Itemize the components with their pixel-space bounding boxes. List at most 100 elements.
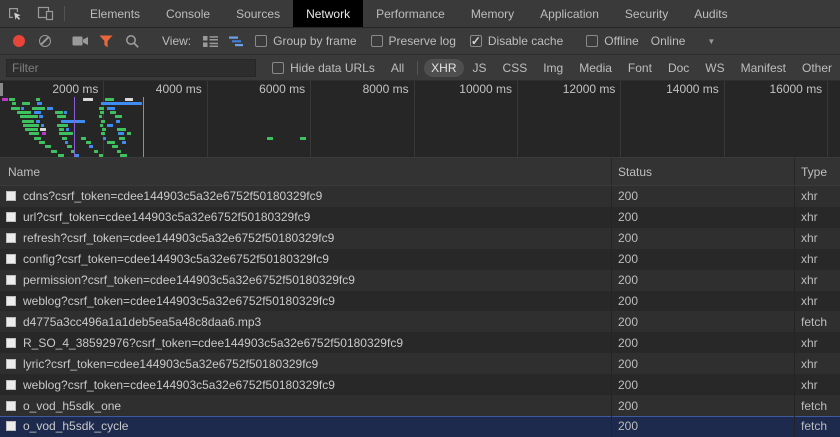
request-type: xhr bbox=[794, 186, 840, 207]
table-row[interactable]: permission?csrf_token=cdee144903c5a32e67… bbox=[0, 270, 840, 291]
waterfall-bar bbox=[20, 115, 38, 118]
waterfall-bar bbox=[107, 124, 114, 127]
table-row[interactable]: url?csrf_token=cdee144903c5a32e6752f5018… bbox=[0, 207, 840, 228]
column-header-type[interactable]: Type bbox=[794, 158, 840, 185]
waterfall-bar bbox=[34, 111, 41, 114]
table-row[interactable]: weblog?csrf_token=cdee144903c5a32e6752f5… bbox=[0, 291, 840, 312]
request-status: 200 bbox=[611, 249, 794, 270]
waterfall-bar bbox=[34, 137, 42, 140]
waterfall-bar bbox=[59, 132, 73, 135]
table-row[interactable]: o_vod_h5sdk_cycle200fetch bbox=[0, 416, 840, 437]
tab-application[interactable]: Application bbox=[527, 0, 612, 27]
waterfall-bar bbox=[12, 102, 16, 105]
tab-security[interactable]: Security bbox=[612, 0, 681, 27]
record-button[interactable] bbox=[6, 35, 32, 47]
waterfall-bar bbox=[101, 120, 105, 123]
timeline-gridline bbox=[414, 81, 415, 157]
waterfall-bar bbox=[21, 107, 24, 110]
request-name: permission?csrf_token=cdee144903c5a32e67… bbox=[23, 273, 355, 287]
offline-checkbox[interactable]: Offline bbox=[586, 34, 638, 48]
search-icon[interactable] bbox=[119, 34, 145, 49]
request-name: weblog?csrf_token=cdee144903c5a32e6752f5… bbox=[23, 378, 335, 392]
filter-type-img[interactable]: Img bbox=[536, 59, 570, 77]
filter-type-all[interactable]: All bbox=[384, 59, 411, 77]
filter-type-css[interactable]: CSS bbox=[496, 59, 535, 77]
group-by-frame-checkbox-box[interactable] bbox=[255, 35, 267, 47]
file-icon bbox=[6, 401, 16, 411]
filter-type-other[interactable]: Other bbox=[795, 59, 839, 77]
tab-sources[interactable]: Sources bbox=[223, 0, 293, 27]
waterfall-bar bbox=[39, 141, 46, 144]
request-name: o_vod_h5sdk_cycle bbox=[23, 419, 128, 433]
table-row[interactable]: config?csrf_token=cdee144903c5a32e6752f5… bbox=[0, 249, 840, 270]
hide-data-urls-checkbox-box[interactable] bbox=[272, 62, 284, 74]
tab-elements[interactable]: Elements bbox=[77, 0, 153, 27]
filter-type-font[interactable]: Font bbox=[621, 59, 659, 77]
waterfall-bar bbox=[65, 141, 69, 144]
filter-input[interactable] bbox=[6, 59, 256, 77]
devtools-tabbar: ElementsConsoleSourcesNetworkPerformance… bbox=[0, 0, 840, 28]
waterfall-bar bbox=[99, 115, 102, 118]
request-type: xhr bbox=[794, 270, 840, 291]
filter-funnel-icon[interactable] bbox=[93, 35, 119, 48]
device-toolbar-icon[interactable] bbox=[30, 0, 60, 27]
timeline-tick-label: 12000 ms bbox=[563, 82, 621, 96]
table-row[interactable]: cdns?csrf_token=cdee144903c5a32e6752f501… bbox=[0, 186, 840, 207]
clear-button[interactable] bbox=[32, 35, 58, 47]
table-row[interactable]: refresh?csrf_token=cdee144903c5a32e6752f… bbox=[0, 228, 840, 249]
waterfall-bar bbox=[57, 124, 68, 127]
waterfall-bar bbox=[2, 98, 8, 101]
waterfall-bar bbox=[115, 115, 122, 118]
throttling-select-value: Online bbox=[651, 34, 686, 48]
waterfall-bar bbox=[66, 128, 69, 131]
divider bbox=[417, 61, 418, 75]
waterfall-bar bbox=[64, 111, 67, 114]
offline-checkbox-box[interactable] bbox=[586, 35, 598, 47]
tab-network[interactable]: Network bbox=[293, 0, 363, 27]
waterfall-bar bbox=[100, 124, 104, 127]
waterfall-bar bbox=[57, 115, 66, 118]
table-row[interactable]: weblog?csrf_token=cdee144903c5a32e6752f5… bbox=[0, 374, 840, 395]
filter-type-xhr[interactable]: XHR bbox=[424, 59, 463, 77]
filter-type-manifest[interactable]: Manifest bbox=[734, 59, 793, 77]
tab-audits[interactable]: Audits bbox=[681, 0, 740, 27]
waterfall-bar bbox=[62, 137, 68, 140]
waterfall-bar bbox=[125, 98, 133, 101]
filter-type-doc[interactable]: Doc bbox=[661, 59, 696, 77]
hide-data-urls-checkbox[interactable]: Hide data URLs bbox=[272, 61, 375, 75]
table-row[interactable]: d4775a3cc496a1a1deb5ea5a48c8daa6.mp3200f… bbox=[0, 311, 840, 332]
waterfall-view-icon[interactable] bbox=[223, 35, 249, 48]
filter-type-ws[interactable]: WS bbox=[698, 59, 731, 77]
disable-cache-checkbox-box[interactable] bbox=[470, 35, 482, 47]
timeline-tick-label: 14000 ms bbox=[666, 82, 724, 96]
large-rows-icon[interactable] bbox=[197, 35, 223, 48]
column-header-name[interactable]: Name bbox=[0, 165, 611, 179]
tab-memory[interactable]: Memory bbox=[458, 0, 527, 27]
waterfall-bar bbox=[17, 111, 31, 114]
table-row[interactable]: lyric?csrf_token=cdee144903c5a32e6752f50… bbox=[0, 353, 840, 374]
column-header-status[interactable]: Status bbox=[611, 158, 794, 185]
filter-type-js[interactable]: JS bbox=[466, 59, 494, 77]
group-by-frame-checkbox[interactable]: Group by frame bbox=[255, 34, 356, 48]
filter-type-media[interactable]: Media bbox=[572, 59, 619, 77]
inspect-element-icon[interactable] bbox=[0, 0, 30, 27]
network-overview-timeline[interactable]: 2000 ms4000 ms6000 ms8000 ms10000 ms1200… bbox=[0, 81, 840, 158]
waterfall-bar bbox=[47, 107, 54, 110]
waterfall-bar bbox=[94, 150, 98, 153]
waterfall-bar bbox=[42, 132, 46, 135]
table-row[interactable]: o_vod_h5sdk_one200fetch bbox=[0, 395, 840, 416]
waterfall-bar bbox=[116, 120, 121, 123]
tab-console[interactable]: Console bbox=[153, 0, 223, 27]
preserve-log-checkbox[interactable]: Preserve log bbox=[371, 34, 456, 48]
overview-scroll-handle[interactable] bbox=[0, 83, 3, 96]
request-list: cdns?csrf_token=cdee144903c5a32e6752f501… bbox=[0, 186, 840, 437]
camera-icon[interactable] bbox=[67, 35, 93, 47]
timeline-gridline bbox=[827, 81, 828, 157]
request-type: fetch bbox=[794, 311, 840, 332]
throttling-select[interactable]: Online ▼ bbox=[651, 34, 716, 48]
tab-performance[interactable]: Performance bbox=[363, 0, 458, 27]
disable-cache-checkbox[interactable]: Disable cache bbox=[470, 34, 563, 48]
table-row[interactable]: R_SO_4_38592976?csrf_token=cdee144903c5a… bbox=[0, 332, 840, 353]
preserve-log-checkbox-box[interactable] bbox=[371, 35, 383, 47]
waterfall-bar bbox=[120, 154, 127, 157]
